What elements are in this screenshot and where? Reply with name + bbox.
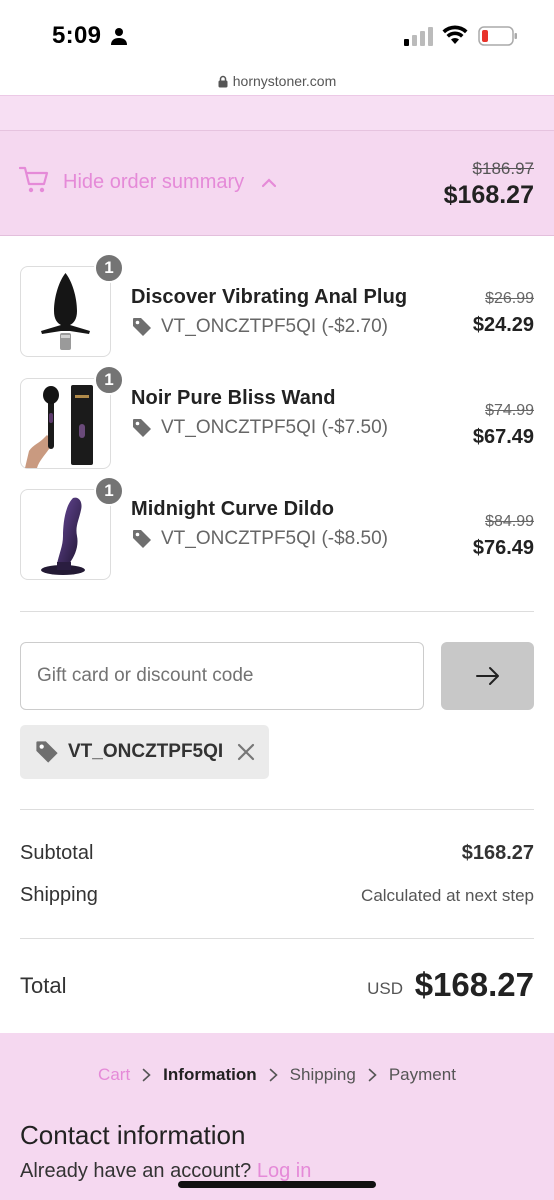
line-item: 1 Noir Pure Bliss Wand VT_ONCZTPF5QI (-$…	[0, 365, 554, 478]
product-image	[25, 385, 93, 468]
apply-discount-button[interactable]	[441, 642, 534, 710]
status-time: 5:09	[52, 22, 102, 49]
breadcrumb: Cart Information Shipping Payment	[0, 1065, 554, 1085]
tag-icon	[133, 318, 151, 336]
account-prompt-text: Already have an account?	[20, 1160, 252, 1182]
product-thumbnail: 1	[20, 253, 124, 357]
product-price: $67.49	[472, 426, 534, 448]
product-price: $76.49	[472, 537, 534, 559]
tag-icon	[133, 419, 151, 437]
chevron-right-icon	[269, 1068, 278, 1082]
lock-icon	[218, 75, 228, 87]
header-banner	[0, 95, 554, 131]
quantity-badge: 1	[94, 253, 124, 283]
product-original-price: $84.99	[485, 513, 534, 530]
product-original-price: $26.99	[485, 290, 534, 307]
product-thumbnail: 1	[20, 365, 124, 469]
battery-icon	[478, 26, 517, 46]
product-name: Noir Pure Bliss Wand	[131, 387, 336, 409]
login-link[interactable]: Log in	[257, 1160, 312, 1182]
product-discount: VT_ONCZTPF5QI (-$7.50)	[131, 417, 388, 439]
address-bar[interactable]: hornystoner.com	[0, 68, 554, 94]
product-discount-text: VT_ONCZTPF5QI (-$8.50)	[161, 528, 388, 549]
shipping-value: Calculated at next step	[361, 886, 534, 905]
divider	[20, 809, 534, 810]
total-value: $168.27	[414, 966, 534, 1003]
divider	[20, 938, 534, 939]
contact-information-heading: Contact information	[20, 1120, 246, 1150]
product-name: Midnight Curve Dildo	[131, 498, 335, 520]
product-thumbnail: 1	[20, 476, 124, 580]
breadcrumb-cart[interactable]: Cart	[98, 1065, 130, 1085]
chevron-right-icon	[142, 1068, 151, 1082]
chevron-right-icon	[368, 1068, 377, 1082]
tag-icon	[36, 741, 58, 763]
line-item: 1 Midnight Curve Dildo VT_ONCZTPF5QI (-$…	[0, 476, 554, 589]
product-image	[41, 273, 90, 350]
home-indicator	[178, 1181, 376, 1188]
breadcrumb-information: Information	[163, 1065, 257, 1084]
cart-icon	[19, 166, 49, 193]
chevron-up-icon	[262, 178, 276, 188]
product-discount-text: VT_ONCZTPF5QI (-$2.70)	[161, 316, 388, 337]
product-name: Discover Vibrating Anal Plug	[131, 286, 408, 308]
discount-code-input[interactable]	[20, 642, 424, 710]
line-item: 1 Discover Vibrating Anal Plug VT_ONCZTP…	[0, 253, 554, 366]
account-prompt: Already have an account? Log in	[20, 1160, 311, 1183]
tag-icon	[133, 530, 151, 548]
product-discount-text: VT_ONCZTPF5QI (-$7.50)	[161, 417, 388, 438]
product-discount: VT_ONCZTPF5QI (-$8.50)	[131, 528, 388, 550]
product-image	[41, 497, 85, 575]
order-summary-toggle-label: Hide order summary	[63, 171, 245, 193]
product-price: $24.29	[472, 314, 534, 336]
person-icon	[111, 28, 127, 45]
remove-discount-icon[interactable]	[237, 743, 255, 761]
summary-original-total: $186.97	[472, 159, 534, 178]
shipping-label: Shipping	[20, 884, 98, 906]
breadcrumb-payment: Payment	[388, 1065, 456, 1084]
wifi-icon	[442, 25, 468, 44]
status-bar: 5:09	[0, 0, 554, 68]
summary-total: $168.27	[443, 181, 534, 209]
subtotal-value: $168.27	[461, 842, 534, 864]
order-summary-toggle[interactable]: Hide order summary $186.97 $168.27	[0, 131, 554, 236]
product-discount: VT_ONCZTPF5QI (-$2.70)	[131, 316, 388, 338]
total-label: Total	[20, 973, 67, 998]
quantity-badge: 1	[94, 476, 124, 506]
subtotal-label: Subtotal	[20, 842, 94, 864]
cellular-signal-icon	[404, 27, 433, 46]
currency-code: USD	[367, 979, 403, 998]
arrow-right-icon	[475, 667, 499, 685]
applied-discount-tag: VT_ONCZTPF5QI	[20, 725, 269, 779]
quantity-badge: 1	[94, 365, 124, 395]
url-text: hornystoner.com	[232, 73, 337, 89]
divider	[20, 611, 534, 612]
breadcrumb-shipping: Shipping	[289, 1065, 356, 1084]
applied-discount-code: VT_ONCZTPF5QI	[68, 741, 224, 762]
product-original-price: $74.99	[485, 402, 534, 419]
